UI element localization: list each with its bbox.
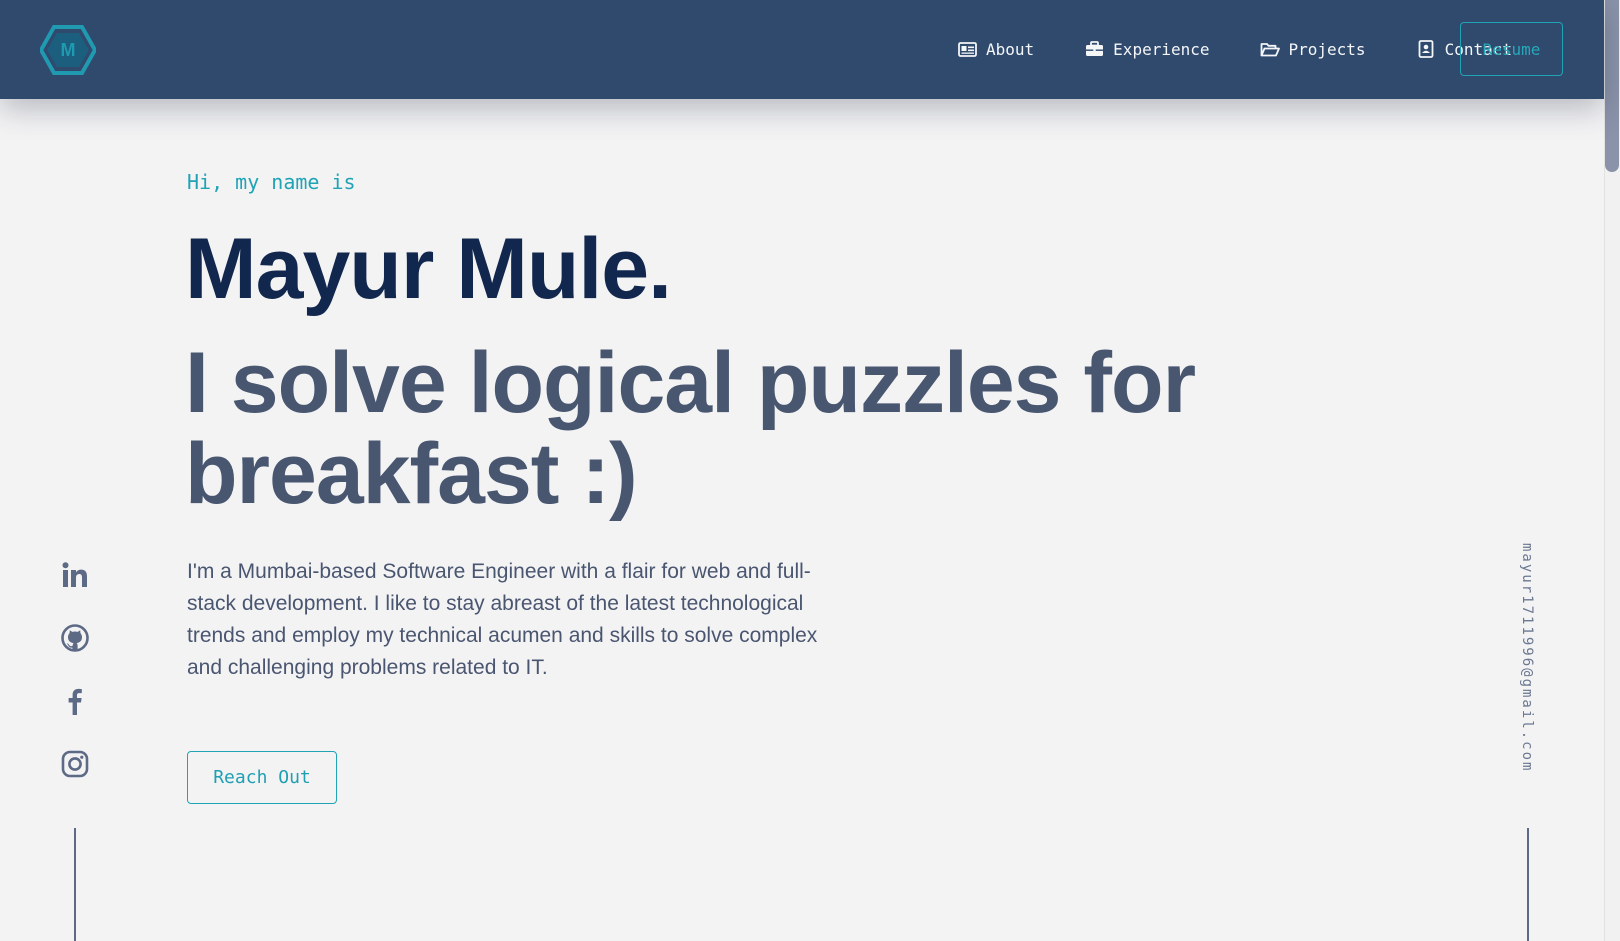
nav-links: About Experience Projects Contact [957, 22, 1512, 76]
nav-item-experience[interactable]: Experience [1084, 39, 1210, 59]
hero-tagline: I solve logical puzzles for breakfast :) [185, 335, 1196, 522]
github-icon [61, 624, 89, 652]
hero-greeting: Hi, my name is [187, 170, 356, 194]
facebook-icon [68, 688, 82, 715]
nav-item-about[interactable]: About [957, 40, 1034, 59]
instagram-link[interactable] [60, 749, 90, 779]
social-links [60, 560, 90, 812]
hero-name: Mayur Mule. [185, 221, 672, 317]
email-link[interactable]: mayur1711996@gmail.com [1519, 543, 1535, 772]
page: M About Experience Projects Contact Resu… [0, 0, 1620, 941]
left-divider-line [74, 828, 76, 941]
scrollbar-thumb[interactable] [1605, 0, 1619, 172]
facebook-link[interactable] [60, 686, 90, 716]
right-divider-line [1527, 828, 1529, 941]
nav-item-projects[interactable]: Projects [1260, 40, 1366, 59]
instagram-icon [61, 750, 89, 778]
github-link[interactable] [60, 623, 90, 653]
id-card-icon [957, 40, 977, 58]
nav-label-experience: Experience [1113, 39, 1210, 59]
nav-label-projects: Projects [1288, 39, 1366, 59]
hero-description: I'm a Mumbai-based Software Engineer wit… [187, 560, 818, 679]
linkedin-link[interactable] [60, 560, 90, 590]
nav-label-about: About [986, 39, 1035, 59]
briefcase-icon [1084, 40, 1104, 58]
navbar: M About Experience Projects Contact Resu… [0, 0, 1604, 99]
linkedin-icon [62, 562, 87, 587]
reach-out-button[interactable]: Reach Out [187, 751, 337, 804]
folder-open-icon [1260, 40, 1280, 58]
logo[interactable]: M [38, 25, 98, 75]
resume-button[interactable]: Resume [1460, 22, 1563, 76]
contact-book-icon [1416, 40, 1436, 58]
logo-letter: M [60, 39, 76, 60]
